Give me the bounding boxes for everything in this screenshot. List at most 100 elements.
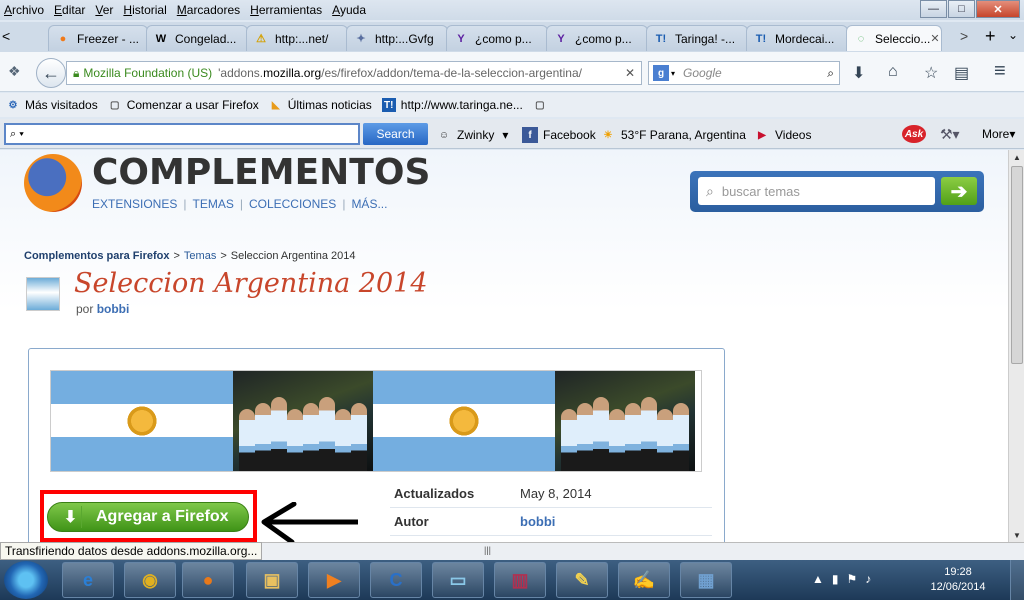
tab[interactable]: ⚠ http:...net/ bbox=[246, 25, 348, 51]
url-bar[interactable]: 🔒︎ Mozilla Foundation (US) 'addons. mozil… bbox=[66, 61, 642, 85]
menu-item[interactable]: Ver bbox=[95, 3, 113, 17]
site-nav-link[interactable]: TEMAS bbox=[192, 197, 233, 211]
bookmark-item[interactable]: ⚙ Más visitados bbox=[6, 98, 98, 112]
firefox-logo-icon[interactable] bbox=[24, 154, 82, 212]
site-nav-link[interactable]: MÁS... bbox=[351, 197, 387, 211]
clear-url-icon[interactable]: ✕ bbox=[625, 66, 635, 80]
firefox-taskbar-icon[interactable]: ● bbox=[182, 562, 234, 598]
maximize-button[interactable]: □ bbox=[948, 0, 975, 18]
home-icon[interactable]: ⌂ bbox=[888, 63, 898, 81]
scroll-thumb[interactable] bbox=[1011, 166, 1023, 364]
ask-toolbar-item[interactable]: ▶ Videos bbox=[754, 127, 811, 143]
ask-toolbar-item[interactable]: f Facebook bbox=[522, 127, 596, 143]
tab-label: http:...Gvfg bbox=[375, 31, 434, 46]
minimize-button[interactable]: — bbox=[920, 0, 947, 18]
site-nav-link[interactable]: COLECCIONES bbox=[249, 197, 336, 211]
menu-item[interactable]: Herramientas bbox=[250, 3, 322, 17]
editor-taskbar-icon[interactable]: ✍ bbox=[618, 562, 670, 598]
tab-favicon-icon: T! bbox=[755, 32, 767, 45]
ask-toolbar-item[interactable]: ☺ Zwinky ▾ bbox=[436, 127, 508, 143]
tray-icon[interactable]: ▮ bbox=[832, 572, 839, 586]
bookmark-star-icon[interactable]: ☆ bbox=[924, 63, 938, 83]
menu-item[interactable]: Ayuda bbox=[332, 3, 366, 17]
tab-scroll-left-button[interactable]: < bbox=[2, 28, 10, 44]
tab-list-button[interactable]: ⌄ bbox=[1008, 28, 1018, 42]
ccleaner-taskbar-icon[interactable]: C bbox=[370, 562, 422, 598]
site-nav-link[interactable]: EXTENSIONES bbox=[92, 197, 177, 211]
ask-search-button[interactable]: Search bbox=[363, 123, 428, 145]
site-title[interactable]: COMPLEMENTOS bbox=[92, 152, 430, 193]
breadcrumb-separator: > bbox=[220, 250, 227, 262]
add-to-firefox-button[interactable]: ⬇ Agregar a Firefox bbox=[47, 502, 249, 532]
tray-icon[interactable]: ⚑ bbox=[847, 572, 858, 586]
tab-label: http:...net/ bbox=[275, 31, 329, 46]
lock-icon: 🔒︎ bbox=[73, 65, 80, 80]
dropdown-icon[interactable]: ▾ bbox=[502, 128, 508, 142]
tab[interactable]: ● Freezer - ... bbox=[48, 25, 148, 51]
meta-author-link[interactable]: bobbi bbox=[520, 514, 555, 529]
scroll-down-icon[interactable]: ▼ bbox=[1009, 528, 1024, 542]
more-button[interactable]: More▾ bbox=[982, 127, 1015, 141]
tab-close-icon[interactable]: ✕ bbox=[930, 32, 939, 45]
ask-search-input[interactable]: ⌕ ▾ bbox=[4, 123, 360, 145]
tools-icon[interactable]: ⚒▾ bbox=[940, 126, 960, 143]
reader-icon[interactable]: ▤ bbox=[954, 63, 969, 83]
tab[interactable]: T! Taringa! -... bbox=[646, 25, 748, 51]
search-icon[interactable]: ⌕ bbox=[827, 66, 834, 81]
explorer-taskbar-icon[interactable]: ▣ bbox=[246, 562, 298, 598]
menu-item[interactable]: Marcadores bbox=[177, 3, 240, 17]
player-figure bbox=[335, 409, 351, 471]
control-taskbar-icon[interactable]: ▦ bbox=[680, 562, 732, 598]
new-tab-button[interactable]: + bbox=[985, 26, 996, 47]
ie-taskbar-icon[interactable]: e bbox=[62, 562, 114, 598]
theme-preview-image[interactable] bbox=[50, 370, 702, 472]
scroll-up-icon[interactable]: ▲ bbox=[1009, 150, 1024, 164]
ask-logo-icon[interactable]: Ask bbox=[902, 125, 926, 143]
chrome-taskbar-icon[interactable]: ◉ bbox=[124, 562, 176, 598]
bookmark-icon: ◣ bbox=[271, 99, 280, 111]
breadcrumb-home-link[interactable]: Complementos para Firefox bbox=[24, 250, 169, 262]
author-link[interactable]: bobbi bbox=[97, 302, 130, 316]
tab[interactable]: Y ¿como p... bbox=[546, 25, 648, 51]
breadcrumb-themes-link[interactable]: Temas bbox=[184, 250, 216, 262]
winrar-taskbar-icon[interactable]: ▥ bbox=[494, 562, 546, 598]
clock[interactable]: 19:28 12/06/2014 bbox=[926, 565, 990, 595]
tab-scroll-right-button[interactable]: > bbox=[960, 28, 968, 44]
ask-toolbar-item[interactable]: ☀ 53°F Parana, Argentina bbox=[600, 127, 746, 143]
menu-item[interactable]: Archivo bbox=[4, 3, 44, 17]
bookmark-item[interactable]: ◣ Últimas noticias bbox=[269, 98, 372, 112]
bookmark-item[interactable]: T! http://www.taringa.ne... bbox=[381, 98, 523, 112]
show-desktop-button[interactable] bbox=[1010, 560, 1024, 600]
menu-item[interactable]: Historial bbox=[123, 3, 166, 17]
tab[interactable]: W Congelad... bbox=[146, 25, 248, 51]
ask-item-label: 53°F Parana, Argentina bbox=[621, 128, 746, 142]
bookmark-item[interactable]: ▢ bbox=[533, 98, 552, 112]
menu-item[interactable]: Editar bbox=[54, 3, 85, 17]
engine-dropdown-icon[interactable]: ▾ bbox=[671, 69, 675, 78]
identity-icon[interactable]: ❖ bbox=[8, 63, 21, 80]
tab[interactable]: T! Mordecai... bbox=[746, 25, 848, 51]
back-button[interactable]: ← bbox=[36, 58, 66, 88]
tray-icon[interactable]: ♪ bbox=[865, 572, 871, 586]
close-button[interactable]: ✕ bbox=[976, 0, 1020, 18]
notes-taskbar-icon[interactable]: ▭ bbox=[432, 562, 484, 598]
google-icon[interactable]: g bbox=[653, 65, 669, 81]
hamburger-menu-icon[interactable]: ≡ bbox=[994, 60, 1006, 83]
tab[interactable]: ◌ Seleccio... ✕ bbox=[846, 25, 942, 51]
search-go-button[interactable]: ➔ bbox=[941, 177, 977, 205]
tray-icon[interactable]: ▲ bbox=[812, 572, 824, 586]
tab[interactable]: Y ¿como p... bbox=[446, 25, 548, 51]
tab[interactable]: ✦ http:...Gvfg bbox=[346, 25, 448, 51]
theme-search-input[interactable]: ⌕ buscar temas bbox=[698, 177, 935, 205]
ask-item-label: Facebook bbox=[543, 128, 596, 142]
start-button[interactable] bbox=[4, 561, 48, 599]
scroll-grip-icon[interactable]: ||| bbox=[484, 545, 491, 555]
meta-row-updated: Actualizados May 8, 2014 bbox=[390, 480, 712, 508]
download-icon[interactable]: ⬇ bbox=[852, 63, 865, 83]
media-taskbar-icon[interactable]: ▶ bbox=[308, 562, 360, 598]
site-identity[interactable]: Mozilla Foundation (US) bbox=[83, 66, 212, 80]
search-engine-box[interactable]: g ▾ Google ⌕ bbox=[648, 61, 840, 85]
paint-taskbar-icon[interactable]: ✎ bbox=[556, 562, 608, 598]
bookmark-item[interactable]: ▢ Comenzar a usar Firefox bbox=[108, 98, 259, 112]
vertical-scrollbar[interactable]: ▲ ▼ bbox=[1008, 150, 1024, 542]
